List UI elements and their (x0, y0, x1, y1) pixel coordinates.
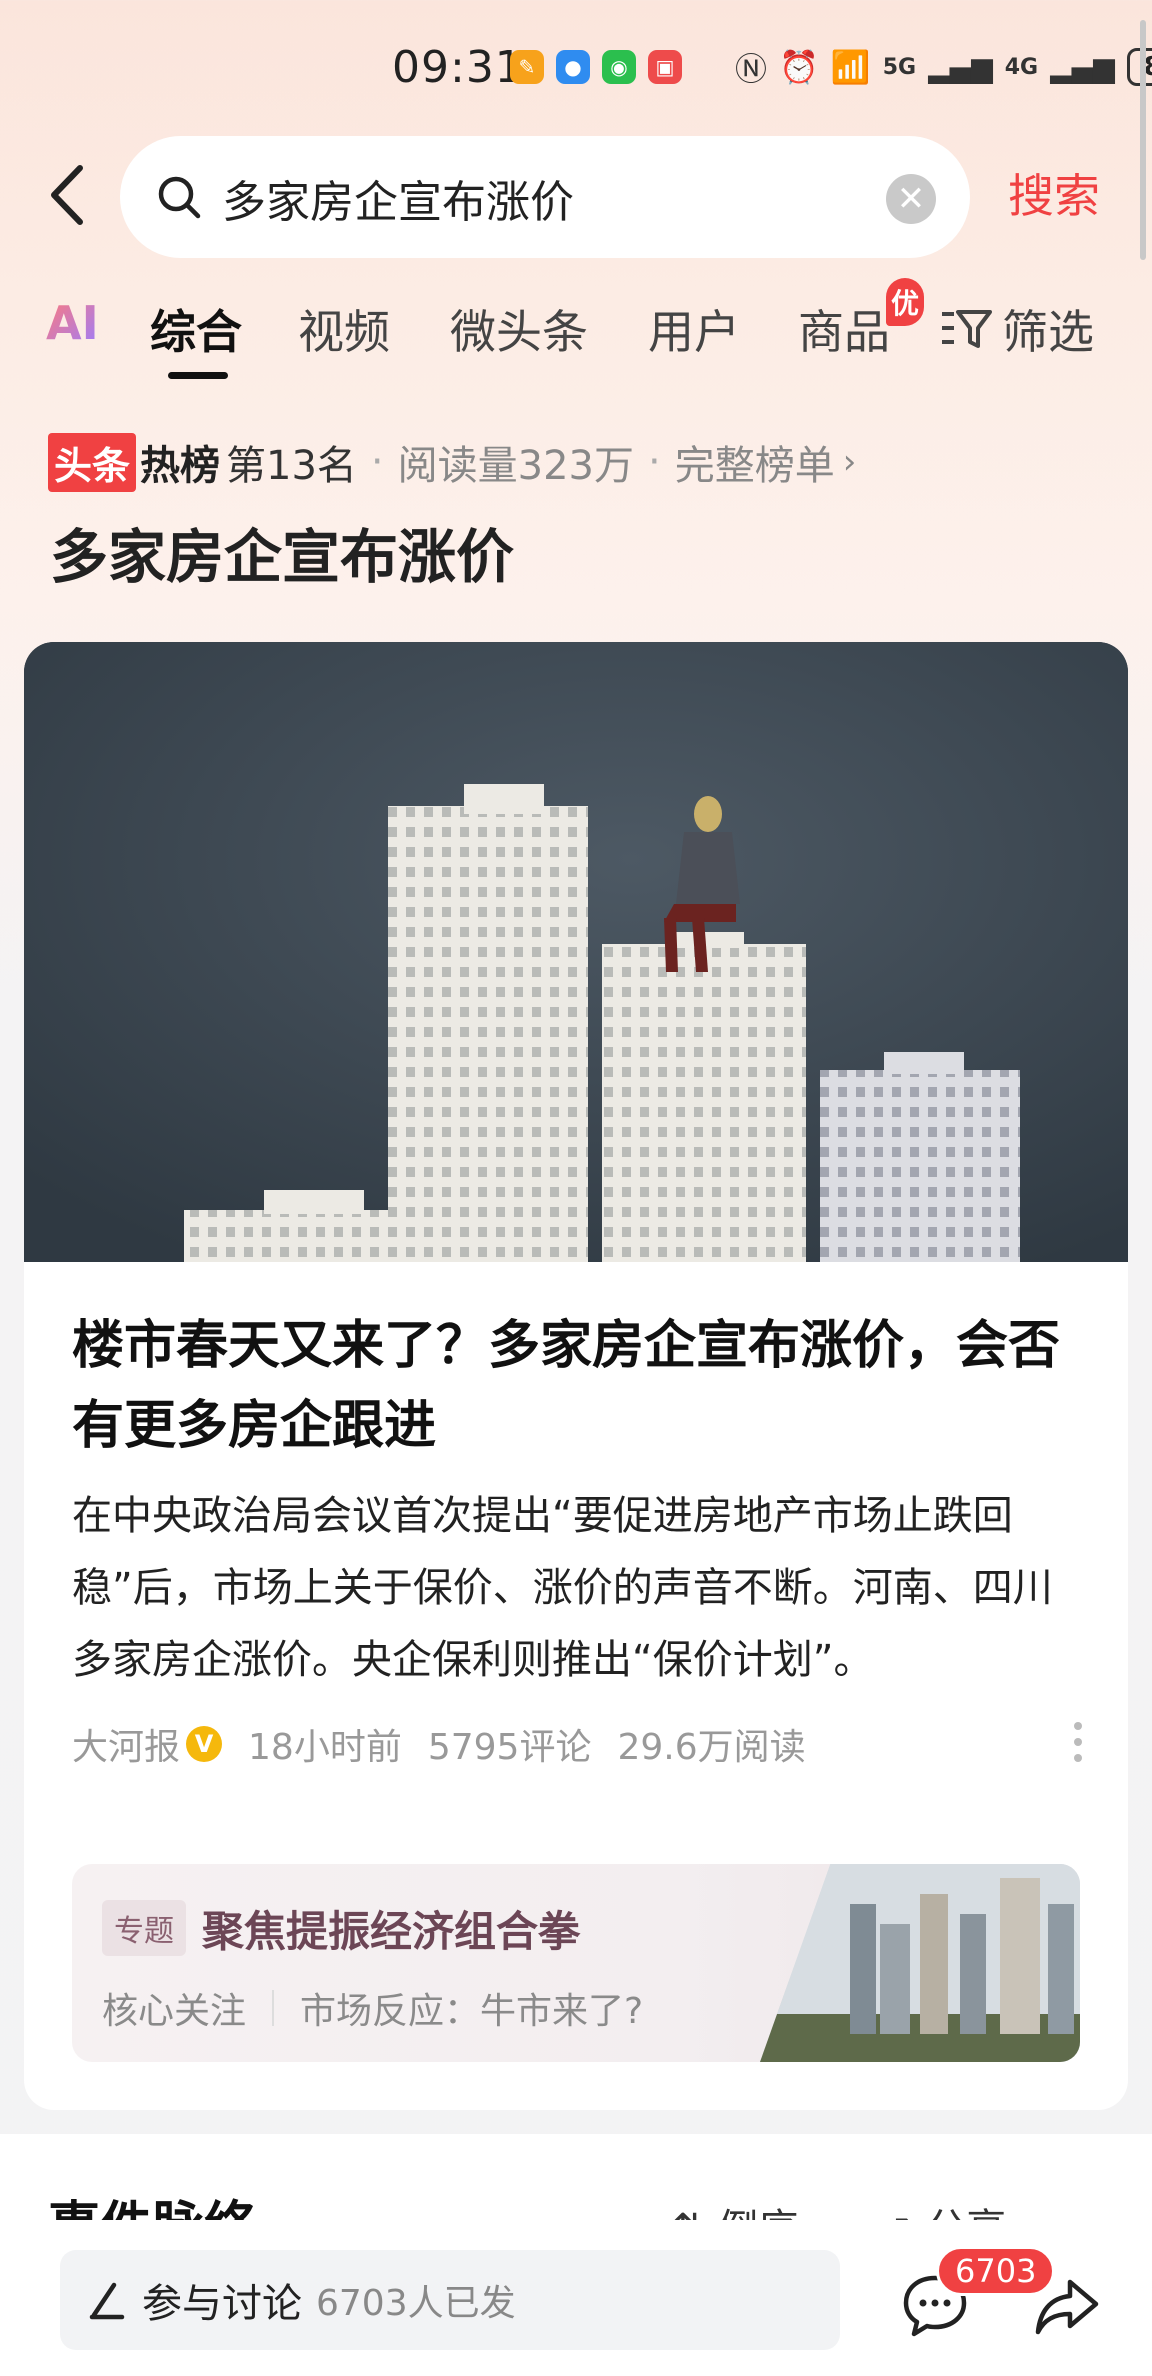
hot-logo: 头条 (48, 432, 137, 492)
search-input[interactable]: 多家房企宣布涨价 ✕ (120, 136, 970, 258)
tab-badge: 优 (886, 278, 924, 326)
article-source[interactable]: 大河报 (72, 1718, 180, 1770)
store-app-icon: ▣ (648, 50, 682, 84)
article-hero-image (24, 642, 1128, 1262)
page-title: 多家房企宣布涨价 (50, 523, 515, 591)
divider (272, 1990, 275, 2026)
message-app-icon: ● (556, 50, 590, 84)
hot-rank-row[interactable]: 头条 热榜 第13名 · 阅读量323万 · 完整榜单 › (48, 430, 856, 494)
article-title[interactable]: 楼市春天又来了？多家房企宣布涨价，会否有更多房企跟进 (72, 1306, 1082, 1466)
bottom-bar: 参与讨论 6703人已发 6703 (0, 2220, 1152, 2376)
verified-icon: V (186, 1726, 223, 1762)
filter-button[interactable]: 筛选 (940, 296, 1094, 362)
pen-icon (89, 2282, 125, 2320)
full-list-link[interactable]: 完整榜单 (675, 433, 835, 491)
article-card[interactable]: 楼市春天又来了？多家房企宣布涨价，会否有更多房企跟进 在中央政治局会议首次提出“… (24, 642, 1128, 2110)
wifi-icon: 📶 (830, 48, 871, 86)
chevron-right-icon: › (842, 442, 857, 482)
article-comments: 5795评论 (427, 1727, 592, 1768)
back-arrow-icon (51, 165, 83, 225)
topic-card[interactable]: 专题 聚焦提振经济组合拳 核心关注 市场反应：牛市来了? (72, 1864, 1080, 2062)
separator-dot: · (648, 439, 661, 485)
nfc-icon: Ⓝ (735, 50, 768, 88)
tab-comprehensive[interactable]: 综合 (150, 296, 242, 362)
topic-links: 核心关注 市场反应：牛市来了? (102, 1982, 643, 2034)
tab-micro-posts[interactable]: 微头条 (450, 296, 588, 362)
search-button[interactable]: 搜索 (1008, 160, 1100, 226)
status-indicators: Ⓝ ⏰ 📶 5G ▂▄▆ 4G ▂▄▆ 86 (735, 46, 1152, 88)
search-query: 多家房企宣布涨价 (222, 177, 574, 228)
topic-title: 聚焦提振经济组合拳 (202, 1907, 581, 1956)
separator-dot: · (370, 439, 384, 485)
app-notification-icon: ✎ (510, 50, 544, 84)
share-icon[interactable] (1032, 2274, 1102, 2338)
alarm-icon: ⏰ (779, 48, 819, 86)
tab-bar: AI 综合 视频 微头条 用户 商品 优 筛选 (0, 278, 1152, 379)
article-meta: 大河报 V 18小时前 5795评论 29.6万阅读 (72, 1718, 806, 1770)
clear-icon[interactable]: ✕ (886, 174, 936, 224)
network-4g: 4G (1004, 54, 1039, 80)
topic-link-core[interactable]: 核心关注 (102, 1982, 246, 2034)
hot-reads: 阅读量323万 (397, 443, 634, 489)
signal-icon-1: ▂▄▆ (928, 50, 993, 84)
tab-products[interactable]: 商品 (798, 296, 890, 362)
tab-users[interactable]: 用户 (648, 296, 740, 362)
hot-rank: 第13名 (226, 443, 357, 489)
article-summary: 在中央政治局会议首次提出“要促进房地产市场止跌回稳”后，市场上关于保价、涨价的声… (72, 1493, 1053, 1683)
filter-label: 筛选 (1002, 305, 1094, 359)
network-5g: 5G (882, 54, 917, 80)
filter-icon (942, 310, 992, 348)
discussion-input[interactable]: 参与讨论 6703人已发 (60, 2250, 840, 2350)
scrollbar[interactable] (1140, 20, 1146, 260)
event-timeline-header: 事件脉络 ⇅ 倒序 ↗ 分享 (0, 2134, 1152, 2257)
active-tab-indicator (168, 372, 228, 379)
wechat-icon: ◉ (602, 50, 636, 84)
back-button[interactable] (40, 160, 100, 230)
discussion-count: 6703人已发 (316, 2283, 516, 2324)
topic-link-market[interactable]: 市场反应：牛市来了? (300, 1982, 643, 2034)
topic-tag: 专题 (102, 1900, 186, 1956)
more-options-icon[interactable] (1074, 1722, 1082, 1762)
tab-video[interactable]: 视频 (298, 296, 390, 362)
status-time: 09:31 (392, 42, 524, 93)
hot-logo-text: 热榜 (140, 443, 221, 489)
search-icon (158, 176, 201, 219)
tab-ai[interactable]: AI (46, 296, 99, 350)
discussion-label: 参与讨论 (142, 2281, 302, 2327)
signal-icon-2: ▂▄▆ (1050, 50, 1115, 84)
article-time: 18小时前 (248, 1727, 402, 1768)
article-reads: 29.6万阅读 (617, 1727, 806, 1768)
topic-thumbnail-image (760, 1864, 1080, 2062)
